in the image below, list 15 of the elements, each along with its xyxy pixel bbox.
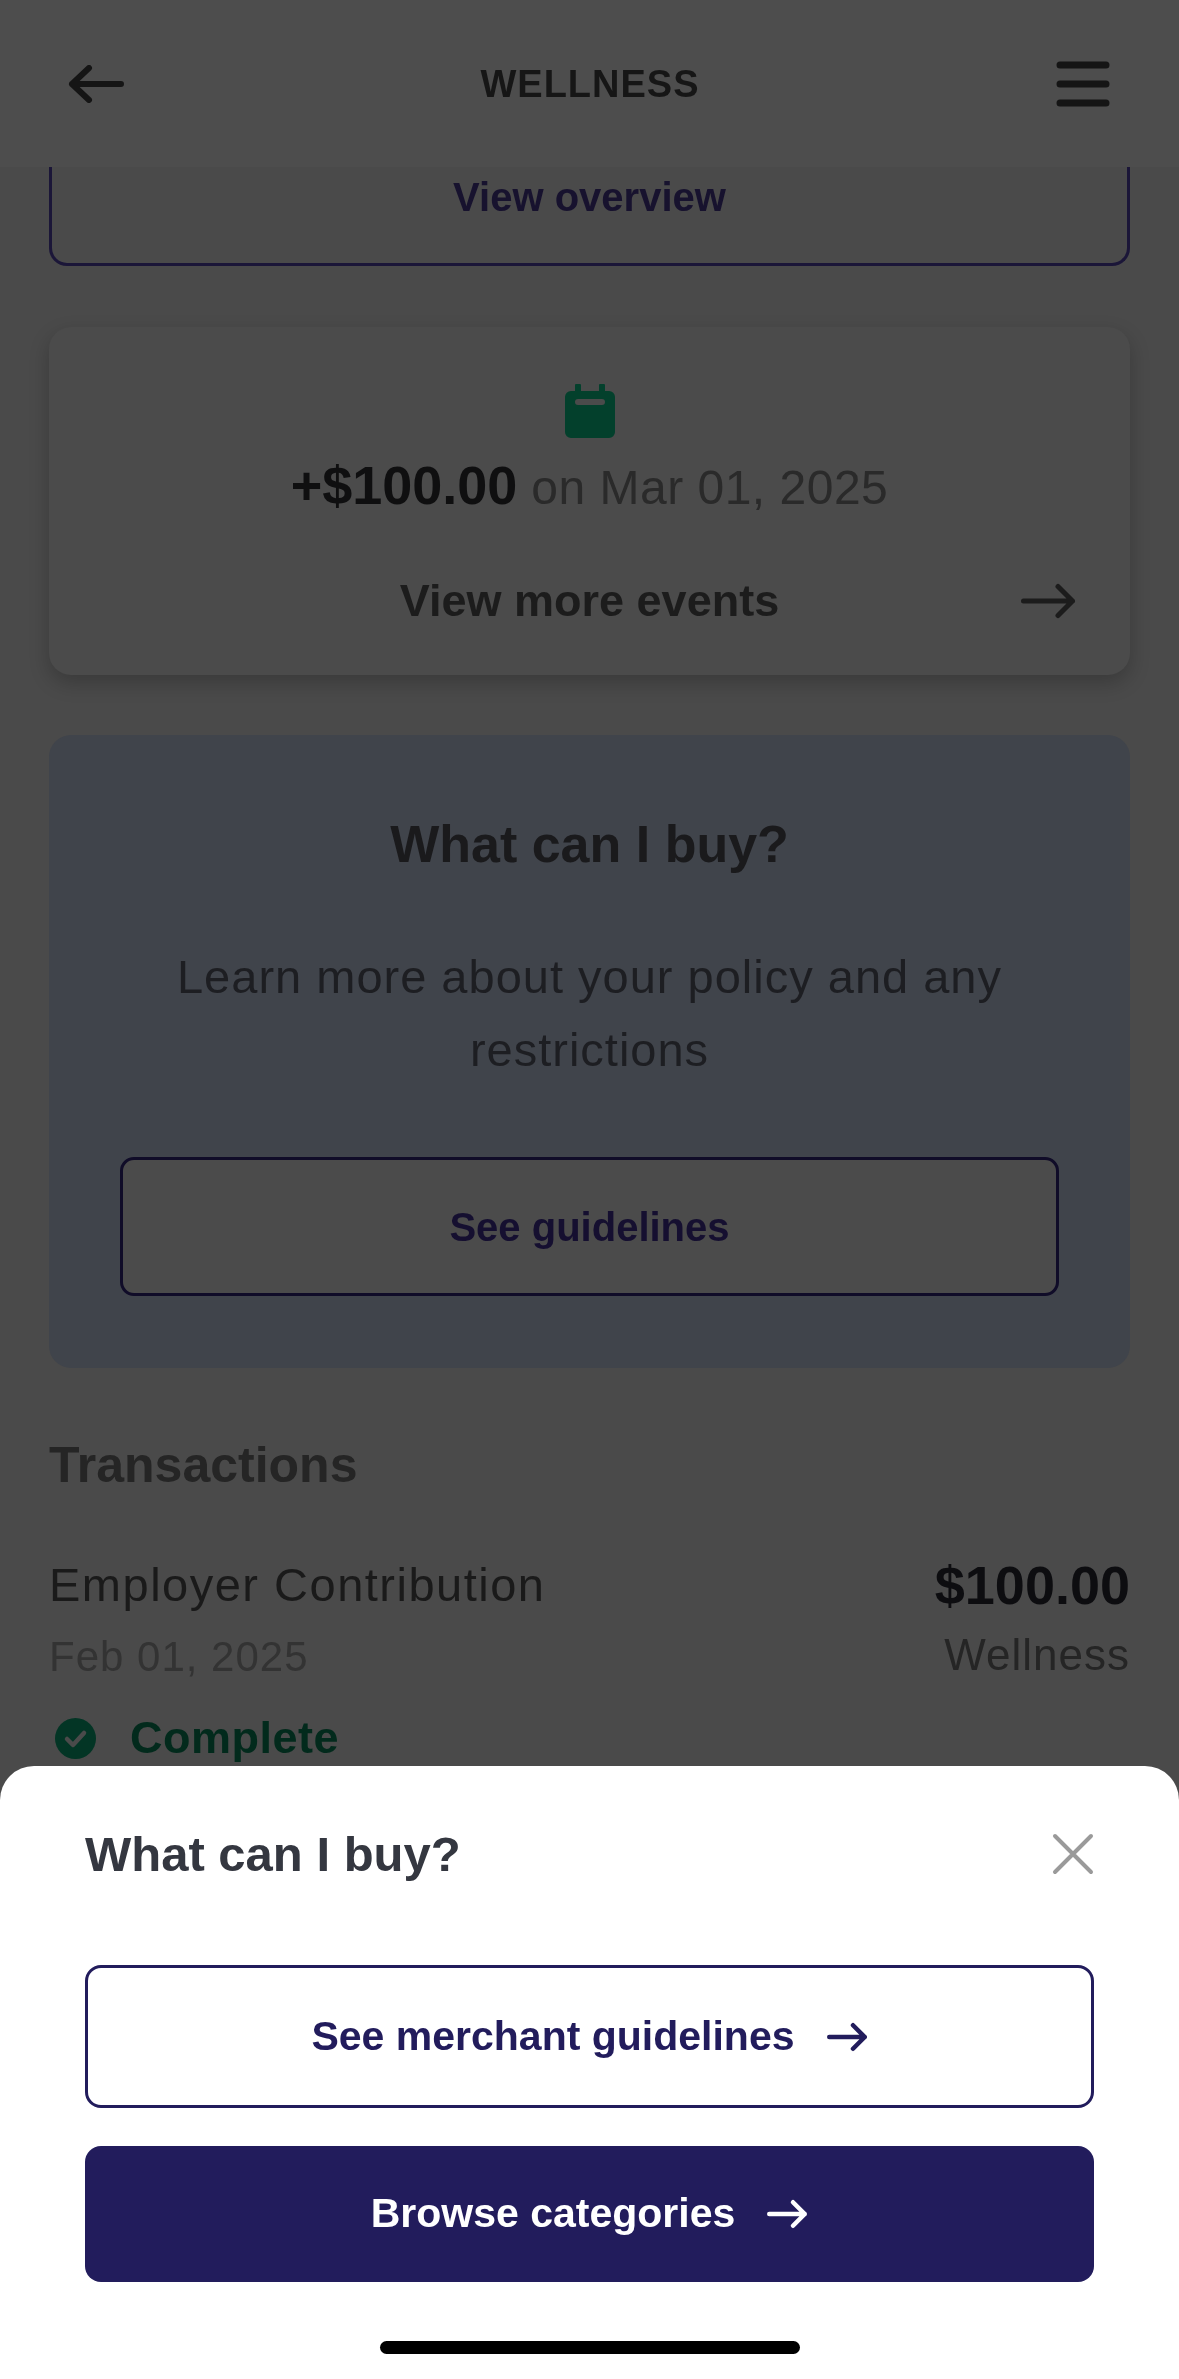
arrow-right-icon [766, 2199, 809, 2229]
merchant-guidelines-button[interactable]: See merchant guidelines [85, 1965, 1094, 2108]
close-icon[interactable] [1052, 1833, 1094, 1875]
calendar-icon [562, 384, 617, 438]
transaction-amount: $100.00 [934, 1555, 1130, 1615]
browse-categories-button[interactable]: Browse categories [85, 2146, 1094, 2282]
arrow-right-icon [825, 2021, 868, 2052]
page-title: WELLNESS [480, 64, 700, 103]
arrow-right-icon [1020, 583, 1076, 619]
see-guidelines-button[interactable]: See guidelines [120, 1157, 1059, 1296]
status-label: Complete [130, 1712, 340, 1764]
view-overview-button[interactable]: View overview [49, 167, 1130, 266]
sheet-title: What can I buy? [85, 1826, 461, 1883]
menu-icon[interactable] [1056, 60, 1110, 107]
back-arrow-icon[interactable] [68, 64, 124, 103]
